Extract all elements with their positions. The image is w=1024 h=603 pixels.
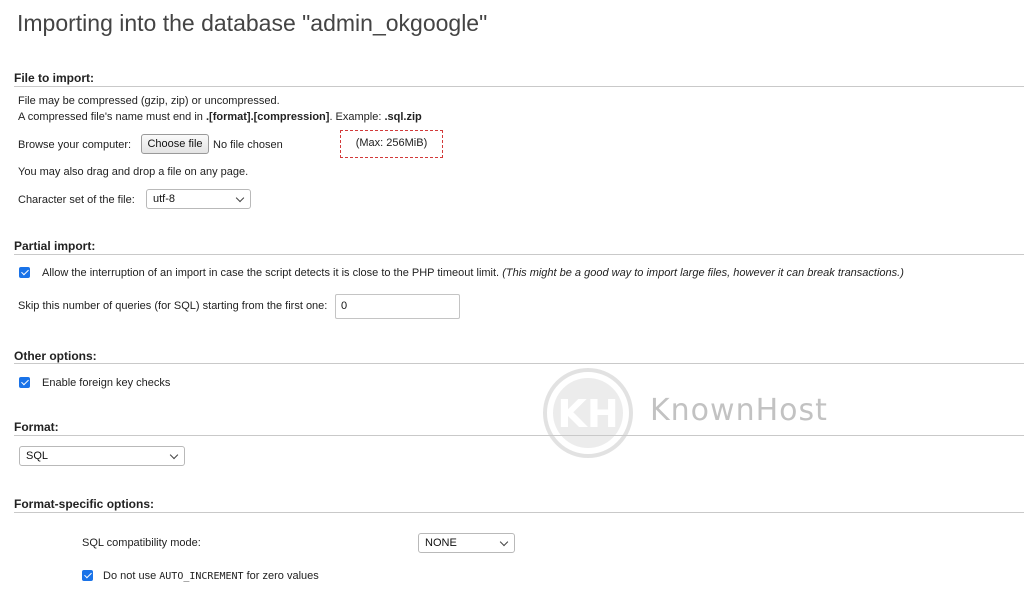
allow-interrupt-label: Allow the interruption of an import in c…	[42, 267, 500, 279]
section-divider	[14, 363, 1024, 364]
max-size-note: (Max: 256MiB)	[340, 130, 443, 158]
filename-note-example: .sql.zip	[384, 111, 422, 123]
filename-note-format: .[format].[compression]	[205, 111, 330, 123]
auto-increment-prefix: Do not use	[103, 570, 160, 582]
filename-note-prefix: A compressed file's name must end in	[18, 111, 206, 123]
section-divider	[14, 86, 1024, 87]
skip-queries-input[interactable]: 0	[335, 294, 460, 319]
allow-interrupt-text: Allow the interruption of an import in c…	[42, 267, 904, 279]
charset-select[interactable]: utf-8	[146, 189, 251, 209]
page-title: Importing into the database "admin_okgoo…	[17, 10, 488, 36]
format-select-value: SQL	[26, 450, 49, 462]
section-heading-other-options: Other options:	[14, 349, 97, 363]
compat-mode-select[interactable]: NONE	[418, 533, 515, 553]
skip-queries-label: Skip this number of queries (for SQL) st…	[18, 300, 328, 312]
charset-label: Character set of the file:	[18, 194, 135, 206]
compression-note: File may be compressed (gzip, zip) or un…	[18, 95, 280, 107]
browse-label: Browse your computer:	[18, 139, 132, 151]
section-divider	[14, 435, 1024, 436]
auto-increment-code: AUTO_INCREMENT	[159, 571, 244, 582]
allow-interrupt-checkbox[interactable]	[19, 267, 30, 278]
knownhost-logo-icon: KH	[542, 367, 634, 462]
watermark-text: KnownHost	[650, 393, 828, 428]
foreign-key-label: Enable foreign key checks	[42, 377, 171, 389]
section-divider	[14, 512, 1024, 513]
filename-note: A compressed file's name must end in .[f…	[18, 111, 422, 123]
chevron-down-icon	[499, 537, 509, 547]
section-heading-format-specific: Format-specific options:	[14, 497, 155, 511]
compat-mode-label: SQL compatibility mode:	[82, 537, 201, 549]
auto-increment-checkbox[interactable]	[82, 570, 93, 581]
foreign-key-checkbox[interactable]	[19, 377, 30, 388]
compat-mode-select-value: NONE	[425, 537, 457, 549]
allow-interrupt-note: (This might be a good way to import larg…	[502, 267, 904, 279]
drag-drop-note: You may also drag and drop a file on any…	[18, 166, 249, 178]
auto-increment-suffix: for zero values	[243, 570, 319, 582]
chevron-down-icon	[169, 450, 179, 460]
filename-note-example-label: . Example:	[329, 111, 385, 123]
choose-file-button[interactable]: Choose file	[141, 134, 209, 154]
chevron-down-icon	[235, 193, 245, 203]
charset-select-value: utf-8	[153, 193, 176, 205]
section-heading-format: Format:	[14, 420, 59, 434]
section-heading-file-to-import: File to import:	[14, 71, 94, 85]
auto-increment-text: Do not use AUTO_INCREMENT for zero value…	[103, 570, 319, 582]
section-divider	[14, 254, 1024, 255]
format-select[interactable]: SQL	[19, 446, 185, 466]
section-heading-partial-import: Partial import:	[14, 239, 96, 253]
svg-text:KH: KH	[557, 392, 618, 436]
no-file-chosen-text: No file chosen	[213, 139, 283, 151]
